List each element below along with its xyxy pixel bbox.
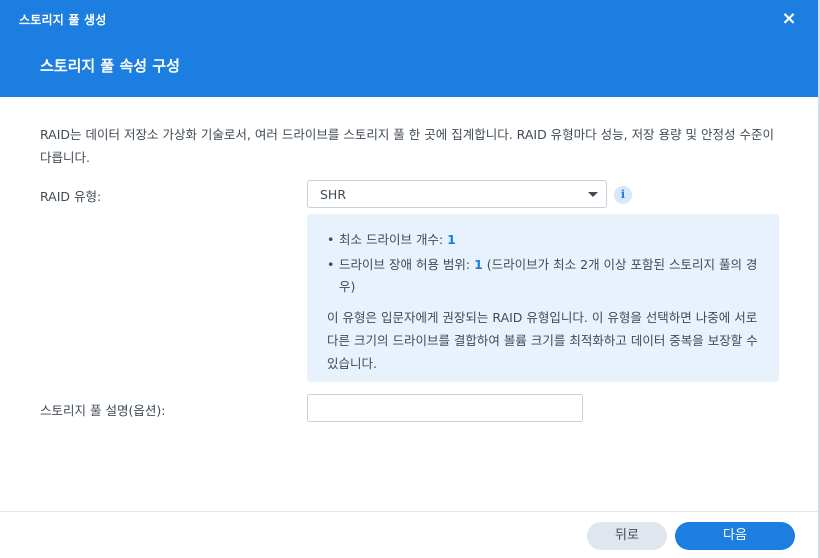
next-button[interactable]: 다음 bbox=[675, 522, 795, 550]
step-title: 스토리지 풀 속성 구성 bbox=[40, 57, 180, 75]
info-icon[interactable]: i bbox=[614, 186, 632, 204]
raid-type-explanation: 이 유형은 입문자에게 권장되는 RAID 유형입니다. 이 유형을 선택하면 … bbox=[327, 310, 758, 371]
fault-tolerance-label: 드라이브 장애 허용 범위: bbox=[339, 257, 475, 272]
min-drives-item: • 최소 드라이브 개수: 1 bbox=[327, 232, 456, 247]
raid-type-label: RAID 유형: bbox=[40, 189, 102, 204]
min-drives-label: 최소 드라이브 개수: bbox=[339, 232, 448, 247]
fault-tolerance-value: 1 bbox=[474, 257, 483, 272]
raid-info-box: • 최소 드라이브 개수: 1 • 드라이브 장애 허용 범위: 1 (드라이브… bbox=[307, 214, 779, 382]
back-button[interactable]: 뒤로 bbox=[587, 522, 667, 550]
raid-description: RAID는 데이터 저장소 가상화 기술로서, 여러 드라이브를 스토리지 풀 … bbox=[40, 127, 774, 165]
raid-type-select[interactable]: SHR bbox=[307, 180, 607, 208]
fault-tolerance-item: • 드라이브 장애 허용 범위: 1 (드라이브가 최소 2개 이상 포함된 스… bbox=[327, 257, 758, 294]
pool-description-label: 스토리지 풀 설명(옵션): bbox=[40, 403, 166, 418]
create-storage-pool-dialog: 스토리지 풀 생성 × 스토리지 풀 속성 구성 RAID는 데이터 저장소 가… bbox=[0, 0, 820, 558]
window-title: 스토리지 풀 생성 bbox=[19, 13, 107, 27]
dialog-header: 스토리지 풀 생성 × 스토리지 풀 속성 구성 bbox=[0, 0, 818, 97]
close-icon[interactable]: × bbox=[780, 10, 798, 28]
footer-divider bbox=[0, 511, 818, 512]
min-drives-value: 1 bbox=[447, 232, 456, 247]
pool-description-input[interactable] bbox=[307, 394, 583, 422]
raid-type-selected-value: SHR bbox=[320, 187, 347, 202]
dropdown-arrow-icon bbox=[588, 192, 598, 197]
